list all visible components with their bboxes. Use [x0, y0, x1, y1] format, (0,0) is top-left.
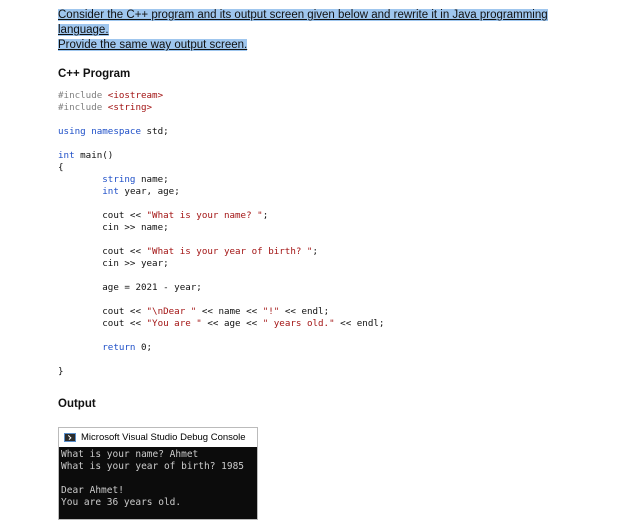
console-title: Microsoft Visual Studio Debug Console: [81, 432, 246, 443]
debug-console-window: Microsoft Visual Studio Debug Console Wh…: [58, 427, 258, 520]
code-token: main(): [74, 150, 114, 161]
console-output: What is your name? Ahmet What is your yea…: [59, 447, 257, 519]
code-token: "What is your name? ": [146, 210, 263, 221]
code-line: return 0;: [58, 342, 384, 354]
code-line: cout << "What is your year of birth? ";: [58, 246, 384, 258]
code-token: cout <<: [58, 210, 147, 221]
code-token: return: [102, 342, 136, 353]
console-line: Dear Ahmet!: [61, 485, 124, 496]
code-token: " years old.": [262, 318, 335, 329]
code-token: ;: [262, 210, 269, 221]
code-token: age = 2021 - year;: [58, 282, 202, 293]
code-token: name;: [135, 174, 169, 185]
code-token: cin >> year;: [58, 258, 169, 269]
code-token: ;: [312, 246, 319, 257]
code-token: << age <<: [201, 318, 263, 329]
code-line: cin >> year;: [58, 258, 384, 270]
code-token: #include: [58, 102, 108, 113]
console-window-icon: [64, 433, 76, 442]
code-token: int: [58, 150, 75, 161]
console-line: You are 36 years old.: [61, 497, 182, 508]
code-token: <string>: [107, 102, 153, 113]
code-token: <iostream>: [107, 90, 164, 101]
code-line: cin >> name;: [58, 222, 384, 234]
code-line: cout << "What is your name? ";: [58, 210, 384, 222]
code-token: << endl;: [279, 306, 330, 317]
code-token: "\nDear ": [146, 306, 197, 317]
console-title-bar: Microsoft Visual Studio Debug Console: [59, 428, 257, 447]
code-line: }: [58, 366, 384, 378]
code-token: string: [102, 174, 136, 185]
code-token: cout <<: [58, 306, 147, 317]
code-token: cout <<: [58, 246, 147, 257]
code-token: "What is your year of birth? ": [146, 246, 313, 257]
code-token: #include: [58, 90, 108, 101]
code-line: int year, age;: [58, 186, 384, 198]
code-token: << endl;: [334, 318, 385, 329]
question-line-1: Consider the C++ program and its output …: [58, 9, 548, 36]
code-line: #include <string>: [58, 102, 384, 114]
code-token: std;: [140, 126, 169, 137]
cpp-program-heading: C++ Program: [58, 68, 131, 80]
code-token: "!": [262, 306, 280, 317]
code-line: age = 2021 - year;: [58, 282, 384, 294]
console-line: What is your name? Ahmet: [61, 449, 199, 460]
code-token: cin >> name;: [58, 222, 169, 233]
code-token: 0;: [135, 342, 153, 353]
code-line: int main(): [58, 150, 384, 162]
code-token: year, age;: [118, 186, 180, 197]
output-heading: Output: [58, 398, 96, 410]
question-line-2: Provide the same way output screen.: [58, 39, 248, 51]
code-line: #include <iostream>: [58, 90, 384, 102]
code-line: {: [58, 162, 384, 174]
code-line: cout << "\nDear " << name << "!" << endl…: [58, 306, 384, 318]
code-line: string name;: [58, 174, 384, 186]
code-token: {: [58, 162, 64, 173]
question-text: Consider the C++ program and its output …: [58, 8, 572, 53]
console-line: What is your year of birth? 1985: [61, 461, 245, 472]
code-token: "You are ": [146, 318, 202, 329]
code-token: using namespace: [58, 126, 141, 137]
code-token: cout <<: [58, 318, 147, 329]
code-line: using namespace std;: [58, 126, 384, 138]
code-token: }: [58, 366, 64, 377]
code-token: << name <<: [196, 306, 263, 317]
code-token: int: [102, 186, 119, 197]
code-line: cout << "You are " << age << " years old…: [58, 318, 384, 330]
cpp-code-block: #include <iostream> #include <string> usin…: [58, 90, 384, 378]
